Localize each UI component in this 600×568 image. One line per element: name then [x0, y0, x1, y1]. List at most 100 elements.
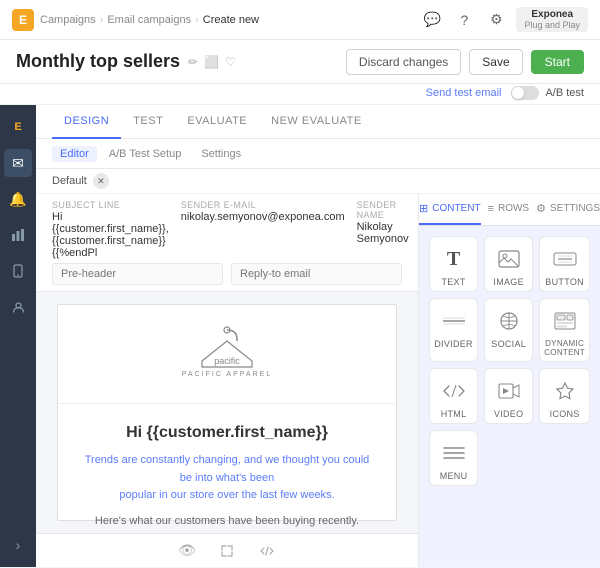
settings-gear-icon: ⚙: [536, 202, 546, 215]
tab-evaluate[interactable]: EVALUATE: [175, 105, 259, 139]
icons-star-icon: [555, 377, 575, 405]
panel-tab-settings[interactable]: ⚙ SETTINGS: [536, 194, 600, 225]
tabs-bar: DESIGN TEST EVALUATE NEW EVALUATE: [36, 105, 600, 139]
content-item-video[interactable]: VIDEO: [484, 368, 533, 424]
svg-text:pacific: pacific: [214, 356, 240, 366]
content-item-button[interactable]: BUTTON: [539, 236, 590, 292]
html-label: HTML: [441, 409, 467, 419]
content-item-menu[interactable]: MENU: [429, 430, 478, 486]
sub-tabs: Editor A/B Test Setup Settings: [36, 139, 600, 169]
fields-bar: Subject line Hi {{customer.first_name}},…: [36, 194, 418, 292]
preview-icon[interactable]: 👁: [175, 539, 199, 563]
page-title: Monthly top sellers: [16, 51, 180, 72]
breadcrumb: Campaigns › Email campaigns › Create new: [40, 14, 259, 26]
send-test-link[interactable]: Send test email: [426, 87, 502, 99]
dynamic-label: DYNAMIC CONTENT: [544, 339, 585, 357]
content-item-dynamic[interactable]: DYNAMIC CONTENT: [539, 298, 590, 362]
preheader-input[interactable]: [52, 263, 223, 285]
edit-title-icon[interactable]: ✏: [188, 55, 198, 69]
sender-email-group: Sender e-mail nikolay.semyonov@exponea.c…: [181, 200, 345, 223]
sidebar-item-chart[interactable]: [4, 221, 32, 249]
discard-button[interactable]: Discard changes: [346, 49, 461, 75]
page-header: Monthly top sellers ✏ ⬜ ♡ Discard change…: [0, 40, 600, 84]
sub-tab-settings[interactable]: Settings: [193, 146, 249, 162]
email-body: Hi {{customer.first_name}} Trends are co…: [58, 404, 396, 533]
sidebar-item-logo[interactable]: E: [4, 113, 32, 141]
social-icon: [499, 307, 519, 335]
content-item-html[interactable]: HTML: [429, 368, 478, 424]
video-label: VIDEO: [494, 409, 524, 419]
sidebar-item-email[interactable]: ✉: [4, 149, 32, 177]
social-label: SOCIAL: [491, 339, 526, 349]
breadcrumb-email-campaigns[interactable]: Email campaigns: [107, 14, 191, 26]
rows-icon: ≡: [488, 203, 494, 215]
code-icon[interactable]: [255, 539, 279, 563]
tab-design[interactable]: DESIGN: [52, 105, 121, 139]
sender-name-value: Nikolay Semyonov: [357, 221, 409, 245]
breadcrumb-campaigns[interactable]: Campaigns: [40, 14, 96, 26]
sidebar-item-user[interactable]: [4, 293, 32, 321]
default-badge[interactable]: ✕: [93, 173, 109, 189]
content-item-social[interactable]: SOCIAL: [484, 298, 533, 362]
secondary-fields: [52, 263, 402, 285]
image-label: IMAGE: [493, 277, 524, 287]
sidebar-item-bell[interactable]: 🔔: [4, 185, 32, 213]
reply-to-input[interactable]: [231, 263, 402, 285]
button-label: BUTTON: [545, 277, 584, 287]
page-title-icons: ✏ ⬜ ♡: [188, 55, 236, 69]
content-item-divider[interactable]: DIVIDER: [429, 298, 478, 362]
menu-label: MENU: [440, 471, 468, 481]
start-button[interactable]: Start: [531, 50, 584, 74]
breadcrumb-sep2: ›: [195, 14, 199, 26]
icons-label: ICONS: [550, 409, 580, 419]
sidebar-item-arrow[interactable]: ›: [4, 531, 32, 559]
ab-test-toggle: A/B test: [511, 86, 584, 100]
copy-icon[interactable]: ⬜: [204, 55, 219, 69]
sender-name-label: Sender name: [357, 200, 409, 220]
chat-icon[interactable]: 💬: [420, 8, 444, 32]
sidebar: E ✉ 🔔 ›: [0, 105, 36, 567]
sub-tab-editor[interactable]: Editor: [52, 146, 97, 162]
tab-new-evaluate[interactable]: NEW EVALUATE: [259, 105, 374, 139]
svg-text:PACIFIC APPAREL: PACIFIC APPAREL: [182, 371, 272, 378]
ab-test-toggle-track[interactable]: [511, 86, 539, 100]
subject-field-group: Subject line Hi {{customer.first_name}},…: [52, 200, 169, 259]
settings-icon[interactable]: ⚙: [484, 8, 508, 32]
help-icon[interactable]: ?: [452, 8, 476, 32]
email-canvas-wrapper: PACIFIC APPAREL pacific Hi {{customer.fi…: [36, 292, 418, 533]
exponea-badge: Exponea Plug and Play: [516, 7, 588, 32]
content-item-icons[interactable]: ICONS: [539, 368, 590, 424]
heart-icon[interactable]: ♡: [225, 55, 236, 69]
fields-row-main: Subject line Hi {{customer.first_name}},…: [52, 200, 402, 259]
topbar: E Campaigns › Email campaigns › Create n…: [0, 0, 600, 40]
content-item-image[interactable]: IMAGE: [484, 236, 533, 292]
text-label: TEXT: [441, 277, 465, 287]
email-preview-wrapper: Subject line Hi {{customer.first_name}},…: [36, 194, 418, 567]
content-grid-icon: ⊞: [419, 202, 428, 215]
panel-tabs: ⊞ CONTENT ≡ ROWS ⚙ SETTINGS: [419, 194, 600, 226]
brand-logo: PACIFIC APPAREL pacific: [182, 325, 272, 380]
menu-icon: [443, 439, 465, 467]
exponea-title: Exponea: [524, 9, 580, 20]
content-item-text[interactable]: T TEXT: [429, 236, 478, 292]
save-button[interactable]: Save: [469, 49, 522, 75]
sender-name-group: Sender name Nikolay Semyonov: [357, 200, 409, 245]
default-label: Default: [52, 175, 87, 187]
panel-tab-rows[interactable]: ≡ ROWS: [481, 194, 537, 225]
topbar-right: 💬 ? ⚙ Exponea Plug and Play: [420, 7, 588, 32]
ab-test-label: A/B test: [545, 87, 584, 99]
editor-area: Subject line Hi {{customer.first_name}},…: [36, 194, 600, 567]
divider-icon: [442, 307, 466, 335]
sender-email-value: nikolay.semyonov@exponea.com: [181, 211, 345, 223]
email-body-text2: Here's what our customers have been buyi…: [78, 513, 376, 531]
sidebar-item-mobile[interactable]: [4, 257, 32, 285]
expand-icon[interactable]: [215, 539, 239, 563]
content-area: DESIGN TEST EVALUATE NEW EVALUATE Editor…: [36, 105, 600, 567]
sub-tab-ab-test[interactable]: A/B Test Setup: [101, 146, 190, 162]
panel-tab-content[interactable]: ⊞ CONTENT: [419, 194, 481, 225]
action-buttons: Discard changes Save Start: [346, 49, 584, 75]
app-logo[interactable]: E: [12, 9, 34, 31]
subject-value: Hi {{customer.first_name}}, {{customer.f…: [52, 211, 169, 259]
tab-test[interactable]: TEST: [121, 105, 175, 139]
subject-label: Subject line: [52, 200, 169, 210]
